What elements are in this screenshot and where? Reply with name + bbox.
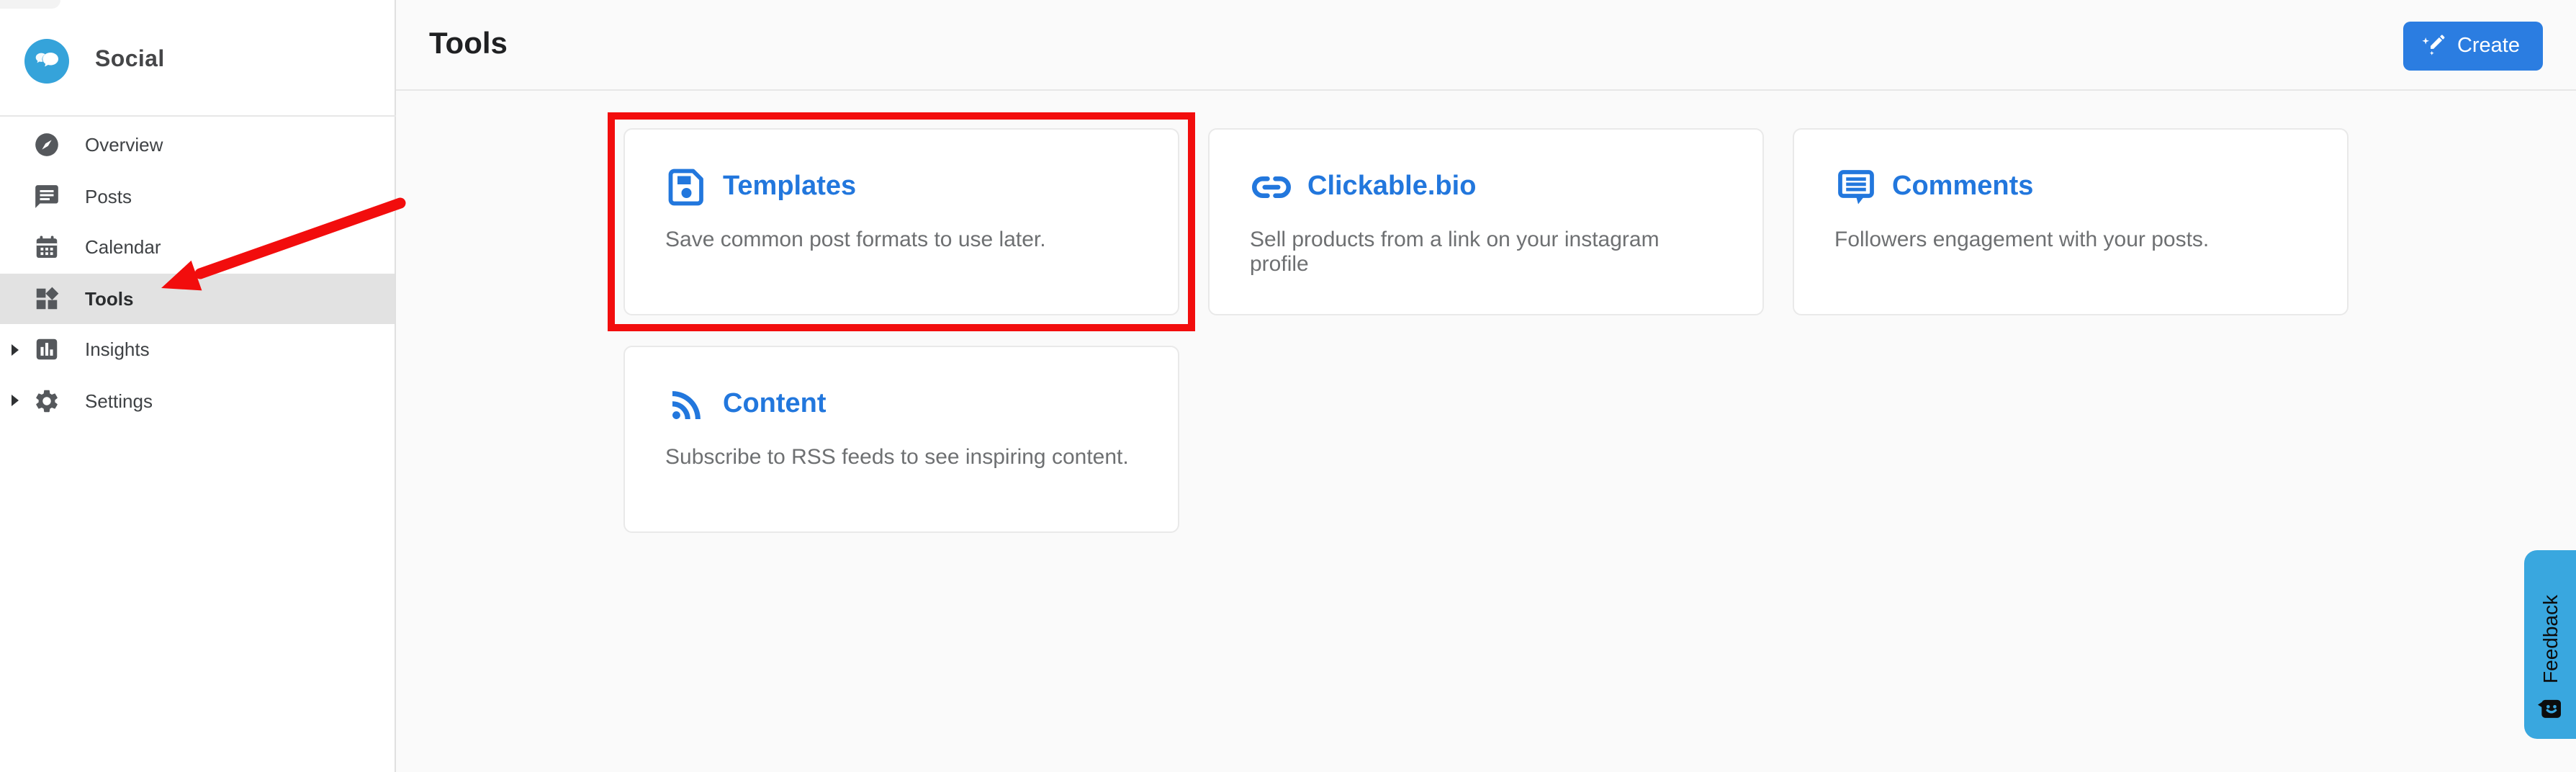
sidebar-item-label: Insights <box>85 339 150 361</box>
card-clickable-bio[interactable]: Clickable.bio Sell products from a link … <box>1208 128 1764 315</box>
sidebar-item-label: Settings <box>85 390 153 412</box>
tools-card-grid: Templates Save common post formats to us… <box>623 128 2348 533</box>
sidebar-nav: Overview Posts Calendar Tools <box>0 120 395 426</box>
create-button[interactable]: Create <box>2404 22 2543 71</box>
expand-caret-icon[interactable] <box>12 395 19 407</box>
feedback-tab[interactable]: Feedback <box>2524 550 2576 739</box>
feedback-smiley-icon <box>2536 696 2564 724</box>
sidebar-divider <box>0 115 396 117</box>
feedback-tab-label: Feedback <box>2539 594 2562 683</box>
app-name: Social <box>95 48 165 73</box>
sidebar-item-posts[interactable]: Posts <box>0 171 395 222</box>
annotation-highlight-box <box>608 112 1195 331</box>
sidebar-item-label: Overview <box>85 135 163 156</box>
card-title: Comments <box>1892 171 2033 203</box>
sidebar-item-calendar[interactable]: Calendar <box>0 222 395 273</box>
card-description: Save common post formats to use later. <box>665 228 1138 252</box>
card-title: Content <box>723 389 827 421</box>
link-icon <box>1250 166 1293 209</box>
app-window: Social Overview Posts Calendar <box>0 0 2576 772</box>
bar-chart-icon <box>32 336 60 364</box>
sidebar-item-insights[interactable]: Insights <box>0 324 395 375</box>
sidebar: Social Overview Posts Calendar <box>0 0 396 772</box>
card-title: Templates <box>723 171 856 203</box>
sidebar-item-label: Tools <box>85 288 133 310</box>
compass-icon <box>32 131 60 160</box>
sidebar-item-label: Posts <box>85 186 132 207</box>
sidebar-item-label: Calendar <box>85 237 161 259</box>
message-icon <box>32 182 60 211</box>
widgets-icon <box>32 284 60 313</box>
app-logo-row[interactable]: Social <box>0 36 165 85</box>
gear-icon <box>32 387 60 416</box>
card-description: Sell products from a link on your instag… <box>1250 228 1722 277</box>
sidebar-item-tools[interactable]: Tools <box>0 273 395 324</box>
main-content: Tools Create Templates Save common post … <box>396 0 2576 772</box>
card-description: Followers engagement with your posts. <box>1834 228 2307 252</box>
social-app-logo-icon <box>24 38 69 83</box>
magic-pencil-icon <box>2421 33 2447 59</box>
sidebar-item-overview[interactable]: Overview <box>0 120 395 171</box>
card-title: Clickable.bio <box>1307 171 1476 203</box>
create-button-label: Create <box>2457 35 2520 58</box>
save-icon <box>665 166 708 209</box>
comments-icon <box>1834 166 1878 209</box>
sidebar-item-settings[interactable]: Settings <box>0 375 395 426</box>
card-templates[interactable]: Templates Save common post formats to us… <box>623 128 1179 315</box>
expand-caret-icon[interactable] <box>12 344 19 356</box>
page-title: Tools <box>429 27 508 62</box>
calendar-icon <box>32 233 60 262</box>
corner-tab <box>0 0 60 9</box>
card-content[interactable]: Content Subscribe to RSS feeds to see in… <box>623 346 1179 533</box>
page-header: Tools Create <box>396 0 2576 91</box>
card-description: Subscribe to RSS feeds to see inspiring … <box>665 445 1138 470</box>
rss-icon <box>665 383 708 426</box>
card-comments[interactable]: Comments Followers engagement with your … <box>1793 128 2348 315</box>
